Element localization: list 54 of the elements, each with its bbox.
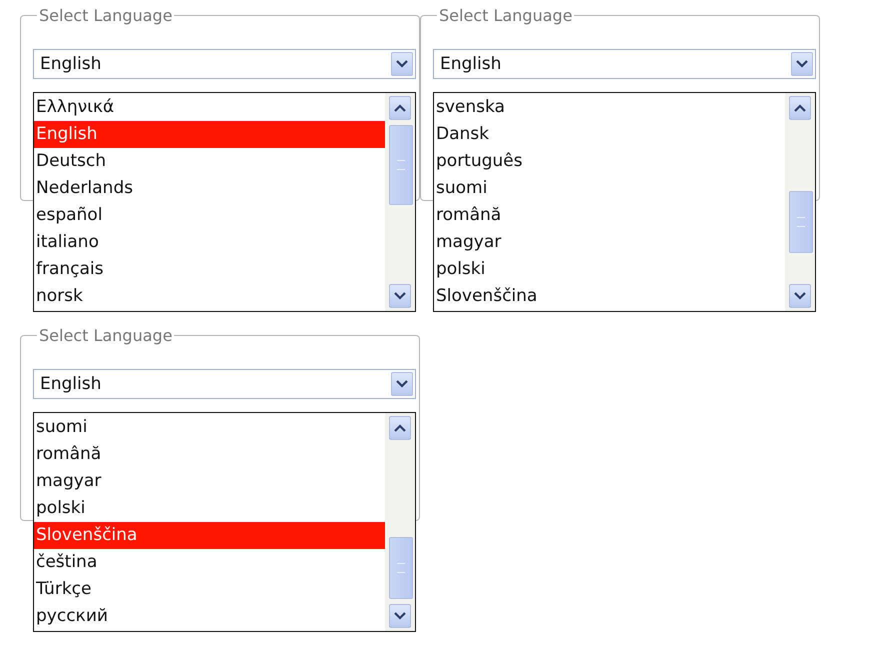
chevron-down-icon	[394, 292, 406, 300]
scroll-down-button[interactable]	[389, 604, 411, 628]
list-option[interactable]: Deutsch	[34, 148, 385, 175]
scrollbar-thumb[interactable]	[389, 125, 413, 205]
chevron-down-icon	[394, 612, 406, 620]
chevron-up-icon	[794, 104, 806, 112]
dropdown-button[interactable]	[391, 52, 413, 76]
list-option[interactable]: magyar	[34, 468, 385, 495]
list-option[interactable]: Türkçe	[34, 576, 385, 603]
scroll-up-button[interactable]	[389, 96, 411, 120]
chevron-down-icon	[396, 380, 408, 388]
list-option[interactable]: suomi	[434, 175, 785, 202]
list-option[interactable]: русский	[34, 603, 385, 630]
list-option[interactable]: Ελληνικά	[34, 94, 385, 121]
scrollbar[interactable]	[385, 93, 415, 311]
list-option[interactable]: norsk	[34, 283, 385, 310]
list-option[interactable]: polski	[34, 495, 385, 522]
group-title: Select Language	[438, 6, 574, 25]
scroll-down-button[interactable]	[389, 284, 411, 308]
list-option[interactable]: română	[34, 441, 385, 468]
list-option[interactable]: français	[34, 256, 385, 283]
scroll-up-button[interactable]	[389, 416, 411, 440]
language-dropdown[interactable]: English	[33, 49, 416, 79]
list-option[interactable]: čeština	[34, 549, 385, 576]
group-title: Select Language	[38, 6, 174, 25]
chevron-down-icon	[396, 60, 408, 68]
group-title: Select Language	[38, 326, 174, 345]
list-option[interactable]: Dansk	[434, 121, 785, 148]
chevron-up-icon	[394, 424, 406, 432]
scrollbar[interactable]	[385, 413, 415, 631]
chevron-down-icon	[796, 60, 808, 68]
list-option[interactable]: polski	[434, 256, 785, 283]
list-option[interactable]: español	[34, 202, 385, 229]
list-option[interactable]: português	[434, 148, 785, 175]
list-option[interactable]: Slovenščina	[34, 522, 385, 549]
dropdown-button[interactable]	[391, 372, 413, 396]
language-dropdown[interactable]: English	[33, 369, 416, 399]
list-option[interactable]: italiano	[34, 229, 385, 256]
dropdown-button[interactable]	[791, 52, 813, 76]
chevron-down-icon	[794, 292, 806, 300]
chevron-up-icon	[394, 104, 406, 112]
list-option[interactable]: svenska	[434, 94, 785, 121]
scrollbar-thumb[interactable]	[389, 537, 413, 599]
list-option[interactable]: English	[34, 121, 385, 148]
list-option[interactable]: suomi	[34, 414, 385, 441]
list-option[interactable]: Nederlands	[34, 175, 385, 202]
scrollbar-thumb[interactable]	[789, 191, 813, 253]
list-option[interactable]: magyar	[434, 229, 785, 256]
list-option[interactable]: română	[434, 202, 785, 229]
scroll-down-button[interactable]	[789, 284, 811, 308]
scroll-up-button[interactable]	[789, 96, 811, 120]
scrollbar[interactable]	[785, 93, 815, 311]
list-option[interactable]: Slovenščina	[434, 283, 785, 310]
language-dropdown[interactable]: English	[433, 49, 816, 79]
